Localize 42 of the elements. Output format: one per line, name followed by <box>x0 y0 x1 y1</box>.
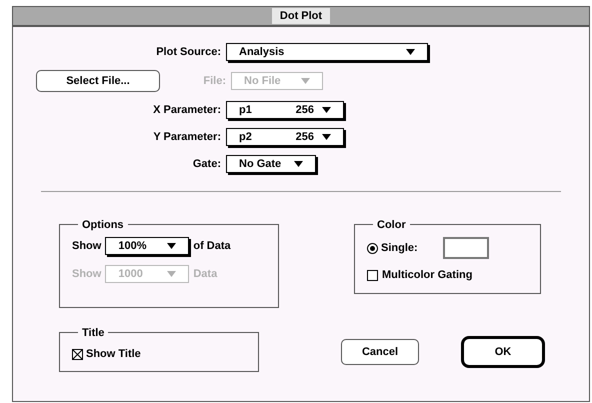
caret-icon <box>322 134 331 140</box>
field-label: File: <box>203 74 226 89</box>
caret-icon <box>322 107 331 113</box>
dialog-button[interactable]: Cancel <box>341 339 419 365</box>
field-label: X Parameter: <box>153 102 221 118</box>
dropdown[interactable]: Analysis <box>226 43 428 61</box>
checkbox[interactable] <box>367 270 378 281</box>
dropdown-value: p2 <box>239 130 252 145</box>
field-label: Show Title <box>86 346 141 362</box>
dropdown-value: 100% <box>118 238 146 254</box>
dropdown-value: Analysis <box>239 44 284 60</box>
field-label: of Data <box>193 238 231 254</box>
dropdown-value: 256 <box>296 102 314 118</box>
dialog-button[interactable]: OK <box>461 336 545 368</box>
dropdown[interactable]: p1 256 <box>226 101 344 119</box>
dropdown[interactable]: No Gate <box>226 155 316 173</box>
field-label: Single: <box>381 240 418 256</box>
field-label: Show <box>72 238 102 254</box>
radio-button[interactable] <box>367 242 378 254</box>
caret-icon <box>294 161 303 167</box>
dropdown-value: p1 <box>239 102 252 118</box>
field-label: Y Parameter: <box>153 130 221 145</box>
field-label: Gate: <box>192 156 221 172</box>
select-file-button[interactable]: Select File... <box>36 70 160 92</box>
caret-icon <box>406 49 415 55</box>
window-title: Dot Plot <box>272 8 330 24</box>
caret-icon <box>167 271 176 277</box>
dropdown-value: No Gate <box>239 156 282 172</box>
field-label: Plot Source: <box>156 44 221 60</box>
dropdown[interactable]: 100% <box>105 237 190 255</box>
field-label: Show <box>72 266 102 282</box>
caret-icon <box>301 78 310 84</box>
group-title: Options <box>78 217 128 234</box>
field-label: Multicolor Gating <box>382 268 472 283</box>
field-label: Data <box>193 266 218 282</box>
caret-icon <box>167 243 176 249</box>
dropdown-value: No File <box>244 74 281 89</box>
dropdown-value: 1000 <box>118 266 143 282</box>
dropdown-value: 256 <box>296 130 314 145</box>
color-swatch[interactable] <box>442 237 489 259</box>
dropdown[interactable]: p2 256 <box>226 128 344 146</box>
checkbox[interactable] <box>72 348 83 360</box>
